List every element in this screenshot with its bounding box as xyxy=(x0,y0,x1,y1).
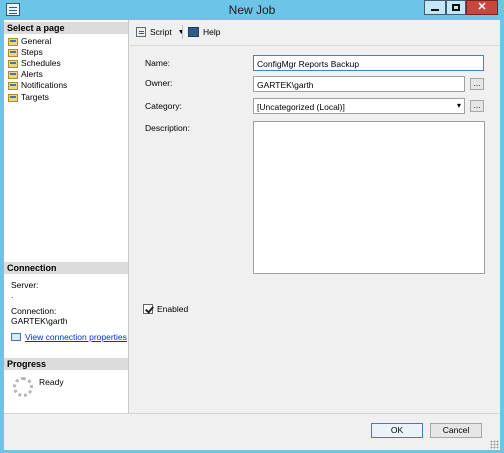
owner-input[interactable]: GARTEK\garth xyxy=(253,76,465,92)
page-item-label: Schedules xyxy=(21,57,61,68)
help-icon xyxy=(188,27,199,37)
enabled-checkbox-row[interactable]: Enabled xyxy=(143,304,188,314)
server-label: Server: xyxy=(11,280,39,290)
page-item-notifications[interactable]: Notifications xyxy=(8,79,67,90)
dialog-client-area: Select a page General Steps Schedules Al… xyxy=(4,20,500,450)
script-button[interactable]: Script ▼ xyxy=(136,27,185,37)
page-item-label: Alerts xyxy=(21,68,43,79)
page-icon xyxy=(8,70,18,79)
view-connection-properties-label: View connection properties xyxy=(25,332,127,342)
help-label: Help xyxy=(203,27,221,37)
page-item-steps[interactable]: Steps xyxy=(8,46,43,57)
name-label: Name: xyxy=(145,58,171,68)
chevron-down-icon[interactable]: ▾ xyxy=(457,101,461,110)
page-icon xyxy=(8,37,18,46)
left-pane: Select a page General Steps Schedules Al… xyxy=(4,20,129,413)
progress-header: Progress xyxy=(4,358,128,370)
name-input[interactable]: ConfigMgr Reports Backup xyxy=(253,55,484,71)
ok-button[interactable]: OK xyxy=(371,423,423,438)
page-icon xyxy=(8,48,18,57)
category-select[interactable]: [Uncategorized (Local)] ▾ xyxy=(253,98,465,114)
category-label: Category: xyxy=(145,101,182,111)
page-icon xyxy=(8,81,18,90)
page-item-general[interactable]: General xyxy=(8,35,51,46)
page-item-label: Targets xyxy=(21,91,49,102)
dialog-button-bar: OK Cancel xyxy=(4,413,500,450)
title-bar[interactable]: New Job ✕ xyxy=(0,0,504,20)
minimize-icon xyxy=(431,9,439,11)
page-item-alerts[interactable]: Alerts xyxy=(8,68,43,79)
close-icon: ✕ xyxy=(477,1,487,13)
server-value: . xyxy=(11,290,14,300)
page-item-label: Steps xyxy=(21,46,43,57)
toolbar: Script ▼ Help xyxy=(130,20,500,46)
connection-properties-icon xyxy=(11,333,21,341)
progress-spinner-icon xyxy=(13,377,33,397)
owner-browse-button[interactable]: ... xyxy=(470,78,484,90)
minimize-button[interactable] xyxy=(424,0,446,15)
page-icon xyxy=(8,59,18,68)
connection-header: Connection xyxy=(4,262,128,274)
page-icon xyxy=(8,93,18,102)
help-button[interactable]: Help xyxy=(188,27,220,37)
connection-value: GARTEK\garth xyxy=(11,316,68,326)
description-textarea[interactable] xyxy=(253,121,485,274)
close-button[interactable]: ✕ xyxy=(466,0,498,15)
progress-status: Ready xyxy=(39,377,64,387)
new-job-window: New Job ✕ Select a page General Steps Sc… xyxy=(0,0,504,453)
toolbar-separator xyxy=(182,25,183,39)
category-value: [Uncategorized (Local)] xyxy=(257,102,345,112)
owner-label: Owner: xyxy=(145,78,173,88)
script-icon xyxy=(136,27,146,37)
page-item-label: General xyxy=(21,35,52,46)
page-item-targets[interactable]: Targets xyxy=(8,91,49,102)
resize-grip-icon[interactable] xyxy=(490,440,499,449)
page-item-label: Notifications xyxy=(21,79,68,90)
enabled-checkbox[interactable] xyxy=(143,304,153,314)
select-page-header: Select a page xyxy=(4,22,128,34)
page-item-schedules[interactable]: Schedules xyxy=(8,57,61,68)
category-browse-button[interactable]: ... xyxy=(470,100,484,112)
cancel-button[interactable]: Cancel xyxy=(430,423,482,438)
view-connection-properties-link[interactable]: View connection properties xyxy=(11,332,127,342)
maximize-icon xyxy=(452,4,460,11)
maximize-button[interactable] xyxy=(446,0,466,15)
script-label: Script xyxy=(150,27,172,37)
description-label: Description: xyxy=(145,123,190,133)
enabled-label: Enabled xyxy=(157,304,189,314)
connection-label: Connection: xyxy=(11,306,57,316)
